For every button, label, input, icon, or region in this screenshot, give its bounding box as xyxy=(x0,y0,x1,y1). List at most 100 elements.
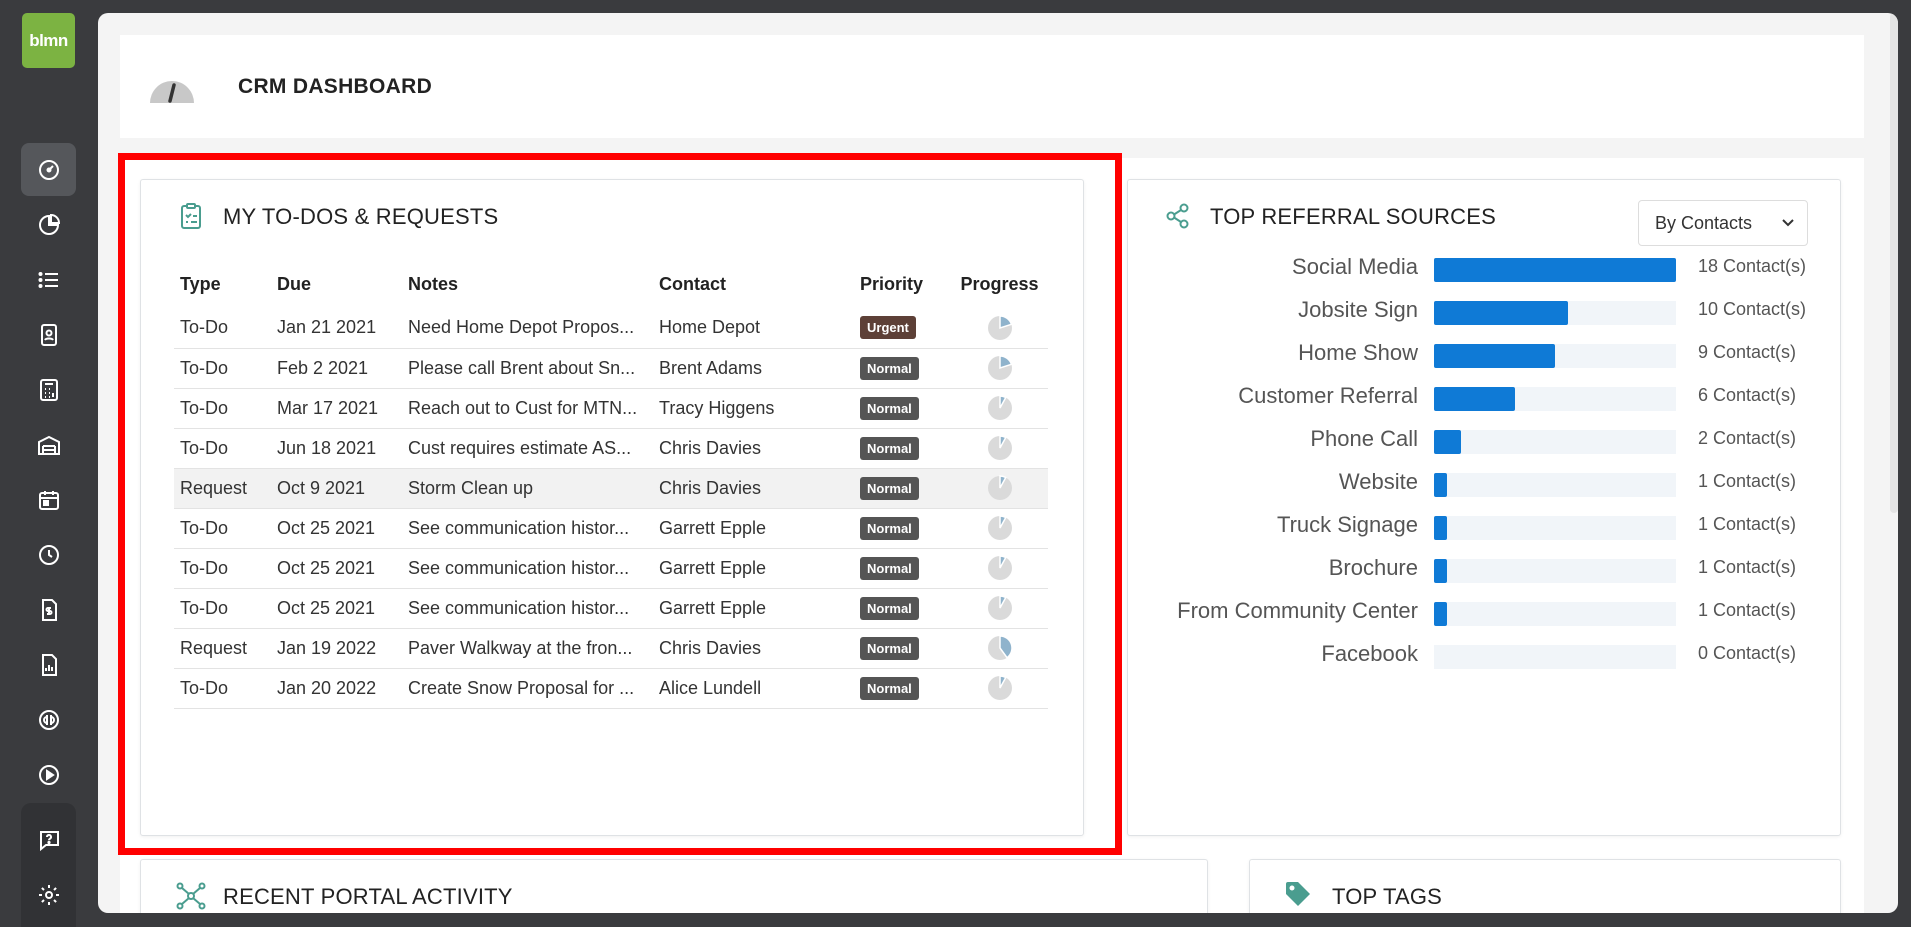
table-row[interactable]: To-Do Oct 25 2021 See communication histor… xyxy=(174,508,1048,549)
cell-progress xyxy=(951,628,1048,669)
referral-metric-select[interactable]: By Contacts xyxy=(1638,200,1808,246)
referral-source-row[interactable]: Website 1 Contact(s) xyxy=(1128,465,1842,501)
share-icon xyxy=(1166,203,1189,229)
cell-type: To-Do xyxy=(174,388,271,429)
table-header-row: Type Due Notes Contact Priority Progress xyxy=(174,260,1048,308)
progress-pie-icon xyxy=(987,395,1012,420)
table-row[interactable]: To-Do Mar 17 2021 Reach out to Cust for MT… xyxy=(174,388,1048,429)
list-icon[interactable] xyxy=(21,253,76,306)
clock-icon[interactable] xyxy=(21,528,76,581)
page-title: CRM DASHBOARD xyxy=(238,75,433,98)
cell-type: To-Do xyxy=(174,308,271,349)
cell-due: Oct 25 2021 xyxy=(271,508,402,549)
cell-progress xyxy=(951,348,1048,389)
column-header-notes[interactable]: Notes xyxy=(402,260,653,308)
referral-count: 6 Contact(s) xyxy=(1698,385,1797,405)
referral-source-label: Facebook xyxy=(1321,641,1418,666)
cell-progress xyxy=(951,308,1048,349)
priority-badge: Normal xyxy=(860,476,919,500)
todos-card: MY TO-DOS & REQUESTS Type Due Notes Cont… xyxy=(140,179,1084,836)
dashboard-icon[interactable] xyxy=(21,143,76,196)
calculator-icon[interactable] xyxy=(21,363,76,416)
cell-type: To-Do xyxy=(174,428,271,469)
table-row[interactable]: To-Do Jan 20 2022 Create Snow Proposal for… xyxy=(174,668,1048,709)
referral-count: 2 Contact(s) xyxy=(1698,428,1797,448)
cell-due: Jan 20 2022 xyxy=(271,668,402,709)
column-header-due[interactable]: Due xyxy=(271,260,402,308)
cell-contact: Alice Lundell xyxy=(653,668,854,709)
cell-due: Jan 21 2021 xyxy=(271,308,402,349)
referral-source-row[interactable]: Phone Call 2 Contact(s) xyxy=(1128,422,1842,458)
referral-bar xyxy=(1434,430,1461,454)
cell-contact: Chris Davies xyxy=(653,428,854,469)
contact-card-icon[interactable] xyxy=(21,308,76,361)
pie-chart-icon[interactable] xyxy=(21,198,76,251)
todos-table-body: To-Do Jan 21 2021 Need Home Depot Propos..… xyxy=(174,308,1048,709)
table-row[interactable]: To-Do Oct 25 2021 See communication histor… xyxy=(174,548,1048,589)
column-header-priority[interactable]: Priority xyxy=(854,260,951,308)
referral-bar xyxy=(1434,516,1447,540)
cell-priority: Normal xyxy=(854,668,951,709)
table-row[interactable]: To-Do Feb 2 2021 Please call Brent about S… xyxy=(174,348,1048,389)
page-scrollbar[interactable] xyxy=(1890,13,1898,513)
referral-bar xyxy=(1434,258,1676,282)
referral-source-row[interactable]: From Community Center 1 Contact(s) xyxy=(1128,594,1842,630)
referral-count: 1 Contact(s) xyxy=(1698,557,1797,577)
cell-type: To-Do xyxy=(174,348,271,389)
priority-badge: Normal xyxy=(860,596,919,620)
referral-bar xyxy=(1434,344,1555,368)
column-header-progress[interactable]: Progress xyxy=(951,260,1048,308)
referral-bar xyxy=(1434,301,1568,325)
referral-source-row[interactable]: Facebook 0 Contact(s) xyxy=(1128,637,1842,673)
referral-source-label: Customer Referral xyxy=(1238,383,1418,408)
referral-source-row[interactable]: Brochure 1 Contact(s) xyxy=(1128,551,1842,587)
referral-source-label: Brochure xyxy=(1328,555,1418,580)
progress-pie-icon xyxy=(987,555,1012,580)
table-row[interactable]: To-Do Jan 21 2021 Need Home Depot Propos..… xyxy=(174,308,1048,349)
cell-contact: Garrett Epple xyxy=(653,548,854,589)
referral-source-row[interactable]: Customer Referral 6 Contact(s) xyxy=(1128,379,1842,415)
referral-source-row[interactable]: Social Media 18 Contact(s) xyxy=(1128,250,1842,286)
speedometer-icon xyxy=(150,81,194,103)
warehouse-icon[interactable] xyxy=(21,418,76,471)
table-row[interactable]: To-Do Jun 18 2021 Cust requires estimate A… xyxy=(174,428,1048,469)
referral-source-row[interactable]: Home Show 9 Contact(s) xyxy=(1128,336,1842,372)
report-icon[interactable] xyxy=(21,638,76,691)
priority-badge: Normal xyxy=(860,676,919,700)
portal-activity-card: RECENT PORTAL ACTIVITY xyxy=(140,859,1208,913)
table-row[interactable]: Request Jan 19 2022 Paver Walkway at the f… xyxy=(174,628,1048,669)
cell-due: Jun 18 2021 xyxy=(271,428,402,469)
referral-bar-track xyxy=(1434,559,1676,583)
play-icon[interactable] xyxy=(21,748,76,801)
referral-source-label: Social Media xyxy=(1292,254,1418,279)
cell-contact: Tracy Higgens xyxy=(653,388,854,429)
column-header-contact[interactable]: Contact xyxy=(653,260,854,308)
cell-due: Jan 19 2022 xyxy=(271,628,402,669)
referral-source-row[interactable]: Jobsite Sign 10 Contact(s) xyxy=(1128,293,1842,329)
cell-contact: Garrett Epple xyxy=(653,588,854,629)
referral-source-row[interactable]: Truck Signage 1 Contact(s) xyxy=(1128,508,1842,544)
cell-notes: See communication histor... xyxy=(402,548,653,589)
cell-contact: Chris Davies xyxy=(653,468,854,509)
cell-notes: Please call Brent about Sn... xyxy=(402,348,653,389)
cell-priority: Normal xyxy=(854,628,951,669)
app-logo[interactable]: blmn xyxy=(22,13,75,68)
invoice-icon[interactable] xyxy=(21,583,76,636)
help-icon[interactable] xyxy=(21,813,76,866)
cell-type: To-Do xyxy=(174,508,271,549)
table-row[interactable]: Request Oct 9 2021 Storm Clean up Chris Dav… xyxy=(174,468,1048,509)
quickbooks-icon[interactable] xyxy=(21,693,76,746)
tag-icon xyxy=(1286,882,1310,906)
column-header-type[interactable]: Type xyxy=(174,260,271,308)
calendar-icon[interactable] xyxy=(21,473,76,526)
gear-icon[interactable] xyxy=(21,868,76,921)
referral-source-label: Jobsite Sign xyxy=(1298,297,1418,322)
referral-count: 10 Contact(s) xyxy=(1698,299,1807,319)
progress-pie-icon xyxy=(987,355,1012,380)
progress-pie-icon xyxy=(987,314,1012,340)
cell-type: Request xyxy=(174,628,271,669)
referral-sources-card: TOP REFERRAL SOURCES By Contacts Social … xyxy=(1127,179,1841,836)
cell-progress xyxy=(951,548,1048,589)
referral-source-label: Phone Call xyxy=(1310,426,1418,451)
table-row[interactable]: To-Do Oct 25 2021 See communication histor… xyxy=(174,588,1048,629)
